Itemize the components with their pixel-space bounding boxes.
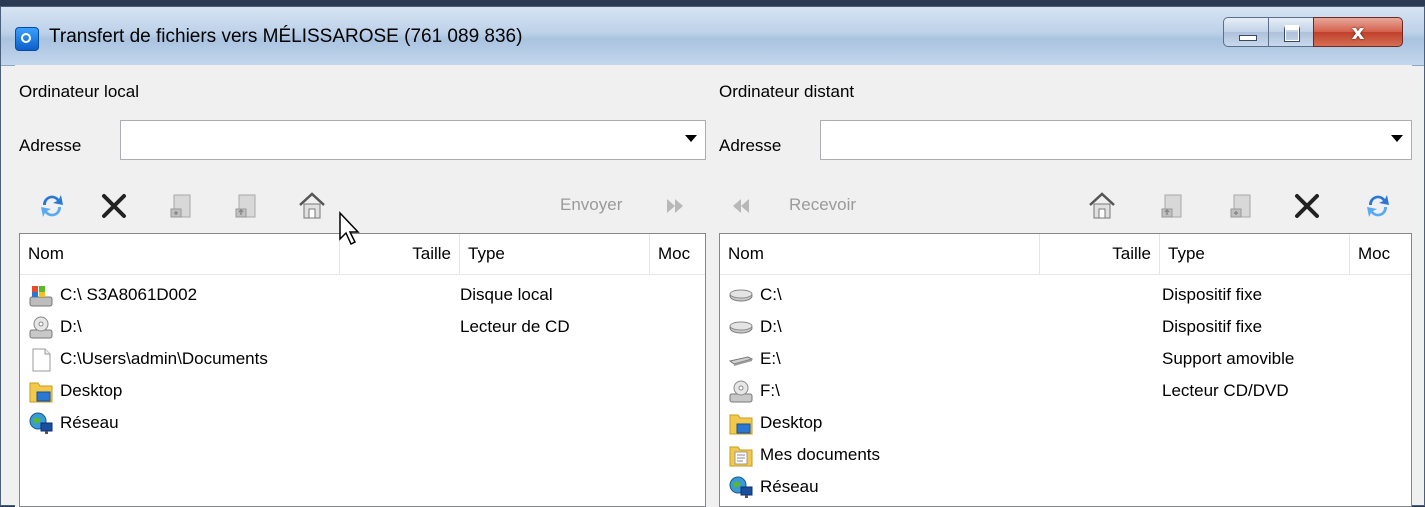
window-title: Transfert de fichiers vers MÉLISSAROSE (… — [49, 26, 523, 47]
hard-drive-icon — [729, 321, 753, 334]
teamviewer-app-icon — [15, 27, 39, 51]
maximize-button[interactable] — [1268, 17, 1314, 47]
chevron-down-icon[interactable] — [1391, 135, 1403, 142]
column-header-modified[interactable]: Moc — [1350, 234, 1411, 274]
column-header-type[interactable]: Type — [460, 234, 650, 274]
row-name: D:\ — [760, 317, 782, 336]
list-item[interactable]: C:\ S3A8061D002 Disque local — [28, 280, 699, 312]
folder-up-icon[interactable] — [1156, 189, 1190, 223]
close-icon: x — [1351, 20, 1365, 44]
transfer-content: Ordinateur local Adresse Envoyer Nom Tai… — [15, 65, 1412, 507]
column-header-name[interactable]: Nom — [720, 234, 1040, 274]
row-type: Disque local — [460, 285, 553, 304]
row-name: E:\ — [760, 349, 781, 368]
row-name: D:\ — [60, 317, 82, 336]
column-header-size[interactable]: Taille — [1040, 234, 1160, 274]
row-type: Support amovible — [1162, 349, 1295, 368]
desktop-folder-icon — [729, 414, 753, 435]
remote-file-list[interactable]: Nom Taille Type Moc C:\ Dispositif fixe — [719, 233, 1412, 507]
delete-icon[interactable] — [97, 189, 131, 223]
list-item[interactable]: E:\ Support amovible — [728, 344, 1405, 376]
receive-button[interactable]: Recevoir — [789, 195, 856, 215]
title-bar[interactable]: Transfert de fichiers vers MÉLISSAROSE (… — [1, 7, 1424, 66]
list-item[interactable]: Réseau — [728, 472, 1405, 504]
row-name: C:\Users\admin\Documents — [60, 349, 268, 368]
send-button[interactable]: Envoyer — [560, 195, 622, 215]
row-name: C:\ S3A8061D002 — [60, 285, 198, 304]
network-icon — [29, 412, 53, 434]
file-transfer-window: Transfert de fichiers vers MÉLISSAROSE (… — [0, 6, 1425, 507]
delete-icon[interactable] — [1290, 189, 1324, 223]
list-item[interactable]: Réseau — [28, 408, 699, 440]
list-item[interactable]: D:\ Dispositif fixe — [728, 312, 1405, 344]
new-folder-icon[interactable] — [1225, 189, 1259, 223]
list-item[interactable]: C:\Users\admin\Documents — [28, 344, 699, 376]
list-item[interactable]: Mes documents — [728, 440, 1405, 472]
document-icon — [32, 348, 51, 372]
folder-up-icon[interactable] — [230, 189, 264, 223]
local-toolbar: Envoyer — [15, 183, 710, 229]
remote-address-combobox[interactable] — [820, 120, 1412, 160]
refresh-icon[interactable] — [35, 189, 69, 223]
row-name: Réseau — [760, 477, 819, 496]
documents-folder-icon — [729, 446, 753, 467]
row-name: F:\ — [760, 381, 780, 400]
cd-drive-icon — [29, 316, 53, 339]
row-type: Lecteur CD/DVD — [1162, 381, 1289, 400]
row-type: Dispositif fixe — [1162, 317, 1263, 336]
local-file-list[interactable]: Nom Taille Type Moc C:\ S3A8061D002 Disq… — [19, 233, 706, 507]
row-name: C:\ — [760, 285, 782, 304]
remote-list-header: Nom Taille Type Moc — [720, 234, 1411, 275]
row-type: Dispositif fixe — [1162, 285, 1263, 304]
local-address-combobox[interactable] — [120, 120, 706, 160]
row-name: Réseau — [60, 413, 119, 432]
local-address-label: Adresse — [19, 136, 82, 155]
row-name: Desktop — [760, 413, 823, 432]
network-icon — [729, 476, 753, 498]
send-arrow-icon[interactable] — [663, 189, 687, 223]
list-item[interactable]: Desktop — [28, 376, 699, 408]
desktop-folder-icon — [29, 382, 53, 403]
remote-pane: Ordinateur distant Adresse Recevoir Nom … — [715, 65, 1412, 507]
chevron-down-icon[interactable] — [685, 135, 697, 142]
column-header-modified[interactable]: Moc — [650, 234, 705, 274]
column-header-name[interactable]: Nom — [20, 234, 340, 274]
list-item[interactable]: Desktop — [728, 408, 1405, 440]
system-drive-icon — [29, 286, 53, 307]
receive-arrow-icon[interactable] — [729, 189, 753, 223]
list-item[interactable]: C:\ Dispositif fixe — [728, 280, 1405, 312]
cd-drive-icon — [729, 380, 753, 403]
close-button[interactable]: x — [1313, 17, 1403, 47]
local-pane: Ordinateur local Adresse Envoyer Nom Tai… — [15, 65, 710, 507]
remote-toolbar: Recevoir — [715, 183, 1412, 229]
local-pane-label: Ordinateur local — [19, 82, 140, 101]
local-list-header: Nom Taille Type Moc — [20, 234, 705, 275]
refresh-icon[interactable] — [1361, 189, 1395, 223]
row-name: Mes documents — [760, 445, 880, 464]
remote-pane-label: Ordinateur distant — [719, 82, 855, 101]
row-name: Desktop — [60, 381, 123, 400]
remote-address-label: Adresse — [719, 136, 782, 155]
mouse-cursor-icon — [339, 211, 360, 246]
column-header-type[interactable]: Type — [1160, 234, 1350, 274]
new-folder-icon[interactable] — [165, 189, 199, 223]
hard-drive-icon — [729, 289, 753, 302]
minimize-button[interactable] — [1223, 17, 1269, 47]
home-icon[interactable] — [295, 189, 329, 223]
list-item[interactable]: F:\ Lecteur CD/DVD — [728, 376, 1405, 408]
list-item[interactable]: D:\ Lecteur de CD — [28, 312, 699, 344]
removable-drive-icon — [728, 356, 754, 366]
row-type: Lecteur de CD — [460, 317, 570, 336]
home-icon[interactable] — [1085, 189, 1119, 223]
